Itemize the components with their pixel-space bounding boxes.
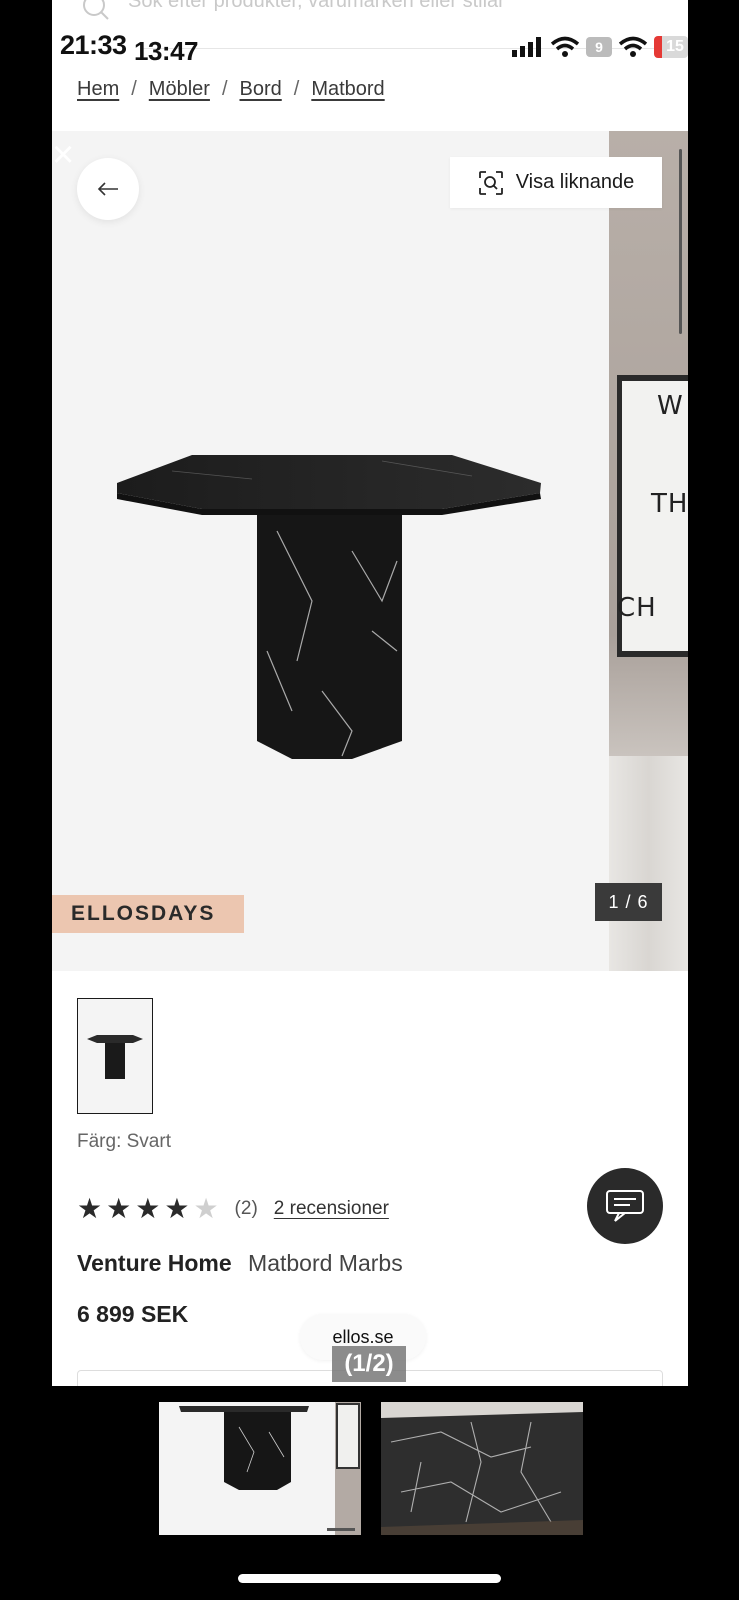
breadcrumb-separator: / bbox=[293, 78, 300, 100]
thumbnail-image bbox=[159, 1402, 361, 1535]
close-icon[interactable]: × bbox=[52, 136, 82, 174]
poster-text: THE bbox=[651, 489, 688, 519]
campaign-badge: ELLOSDAYS bbox=[52, 895, 244, 933]
floor bbox=[609, 756, 688, 971]
screenshot-thumbnail-2[interactable] bbox=[381, 1402, 583, 1535]
visual-search-icon bbox=[478, 170, 503, 195]
thumbnail-image bbox=[87, 1035, 143, 1079]
reviews-link[interactable]: 2 recensioner bbox=[274, 1198, 389, 1220]
star-icon: ★ bbox=[77, 1193, 103, 1224]
product-page: Sök efter produkter, varumärken eller st… bbox=[52, 0, 688, 1386]
product-price: 6 899 SEK bbox=[77, 1301, 189, 1327]
wifi-icon-secondary bbox=[618, 36, 648, 57]
wifi-icon bbox=[550, 36, 580, 57]
image-gallery[interactable]: W THE CH bbox=[52, 131, 688, 971]
star-icon: ★ bbox=[135, 1193, 161, 1224]
status-time-primary: 21:33 bbox=[60, 30, 127, 60]
breadcrumb: Hem / Möbler / Bord / Matbord bbox=[77, 78, 385, 101]
show-similar-button[interactable]: Visa liknande bbox=[450, 157, 662, 208]
rating: ★ ★ ★ ★ ★ (2) 2 recensioner bbox=[77, 1195, 389, 1223]
product-image bbox=[117, 455, 541, 759]
search-placeholder[interactable]: Sök efter produkter, varumärken eller st… bbox=[128, 0, 505, 13]
battery-secondary-icon: 15 bbox=[654, 36, 688, 58]
status-icons: 9 15 bbox=[512, 34, 688, 60]
poster-text: CH bbox=[617, 593, 657, 623]
rating-count: (2) bbox=[234, 1198, 258, 1219]
breadcrumb-separator: / bbox=[221, 78, 228, 100]
home-indicator[interactable] bbox=[238, 1574, 501, 1583]
breadcrumb-dining-tables[interactable]: Matbord bbox=[311, 78, 384, 101]
screenshot-thumbnail-1[interactable] bbox=[159, 1402, 361, 1535]
breadcrumb-separator: / bbox=[131, 78, 137, 100]
battery-primary-icon: 9 bbox=[586, 37, 612, 57]
poster-text: W bbox=[657, 391, 684, 421]
image-counter: 1 / 6 bbox=[595, 883, 662, 921]
scrollbar[interactable] bbox=[679, 149, 682, 334]
product-brand[interactable]: Venture Home bbox=[77, 1250, 232, 1276]
chat-icon bbox=[606, 1190, 644, 1222]
image-thumbnail[interactable] bbox=[77, 998, 153, 1114]
next-image-preview[interactable]: W THE CH bbox=[609, 131, 688, 971]
breadcrumb-home[interactable]: Hem bbox=[77, 78, 119, 101]
star-empty-icon: ★ bbox=[193, 1193, 219, 1224]
search-icon bbox=[82, 0, 110, 23]
star-icon: ★ bbox=[164, 1193, 190, 1224]
search-bar[interactable]: Sök efter produkter, varumärken eller st… bbox=[82, 0, 682, 26]
thumbnail-image bbox=[381, 1402, 583, 1535]
breadcrumb-furniture[interactable]: Möbler bbox=[149, 78, 210, 101]
back-button[interactable] bbox=[77, 158, 139, 220]
product-name: Matbord Marbs bbox=[248, 1250, 403, 1276]
color-label: Färg: Svart bbox=[77, 1131, 171, 1152]
star-icon: ★ bbox=[106, 1193, 132, 1224]
arrow-left-icon bbox=[97, 182, 118, 196]
show-similar-label: Visa liknande bbox=[515, 171, 635, 193]
product-title: Venture Home Matbord Marbs bbox=[77, 1250, 403, 1277]
chat-button[interactable] bbox=[587, 1168, 663, 1244]
status-time-secondary: 13:47 bbox=[134, 36, 199, 66]
breadcrumb-tables[interactable]: Bord bbox=[240, 78, 282, 101]
page-indicator: (1/2) bbox=[332, 1346, 406, 1382]
signal-icon bbox=[512, 37, 541, 57]
